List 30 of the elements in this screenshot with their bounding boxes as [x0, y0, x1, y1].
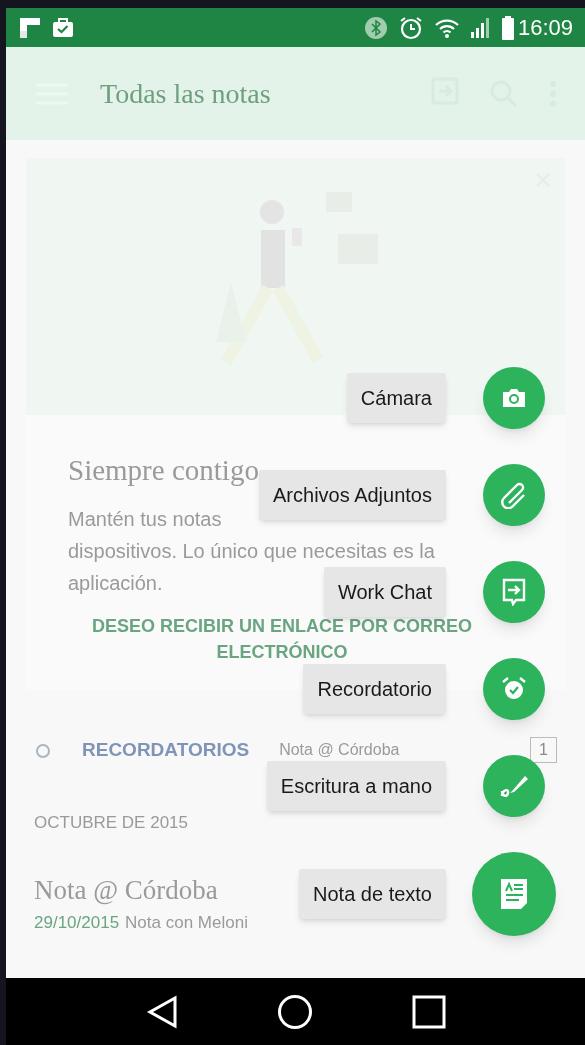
- reminders-label: RECORDATORIOS: [82, 737, 250, 762]
- action-label[interactable]: Archivos Adjuntos: [259, 470, 446, 520]
- chat-icon: [502, 578, 526, 606]
- paperclip-icon: [500, 481, 528, 509]
- home-icon[interactable]: [276, 993, 313, 1030]
- recents-icon[interactable]: [411, 994, 446, 1029]
- card-headline: Siempre contigo: [68, 453, 260, 488]
- card-body-text: dispositivos. Lo único que necesitas es la: [68, 538, 435, 564]
- action-label[interactable]: Work Chat: [323, 567, 446, 617]
- section-header: OCTUBRE DE 2015: [33, 812, 189, 834]
- card-body-text: aplicación.: [68, 570, 163, 596]
- note-snippet: Nota con Meloni: [125, 912, 248, 934]
- bluetooth-icon: [363, 15, 388, 40]
- action-label[interactable]: Cámara: [346, 373, 446, 423]
- battery-icon: [501, 15, 514, 40]
- card-body-text: Mantén tus notas: [68, 506, 222, 532]
- note-icon: [499, 877, 529, 911]
- camera-icon: [501, 387, 527, 409]
- alarm-clock-icon: [501, 676, 527, 702]
- toolbar-title: Todas las notas: [100, 76, 272, 111]
- clock-text: 16:09: [517, 14, 573, 42]
- app-logo-icon: [18, 15, 42, 40]
- action-label[interactable]: Escritura a mano: [266, 761, 446, 811]
- note-date: 29/10/2015: [34, 912, 120, 934]
- signal-icon: [469, 16, 492, 39]
- briefcase-icon: [52, 16, 74, 39]
- reminder-note: Nota @ Córdoba: [279, 740, 401, 760]
- action-label[interactable]: Nota de texto: [299, 869, 446, 919]
- back-icon[interactable]: [145, 994, 178, 1029]
- action-label[interactable]: Recordatorio: [303, 664, 446, 714]
